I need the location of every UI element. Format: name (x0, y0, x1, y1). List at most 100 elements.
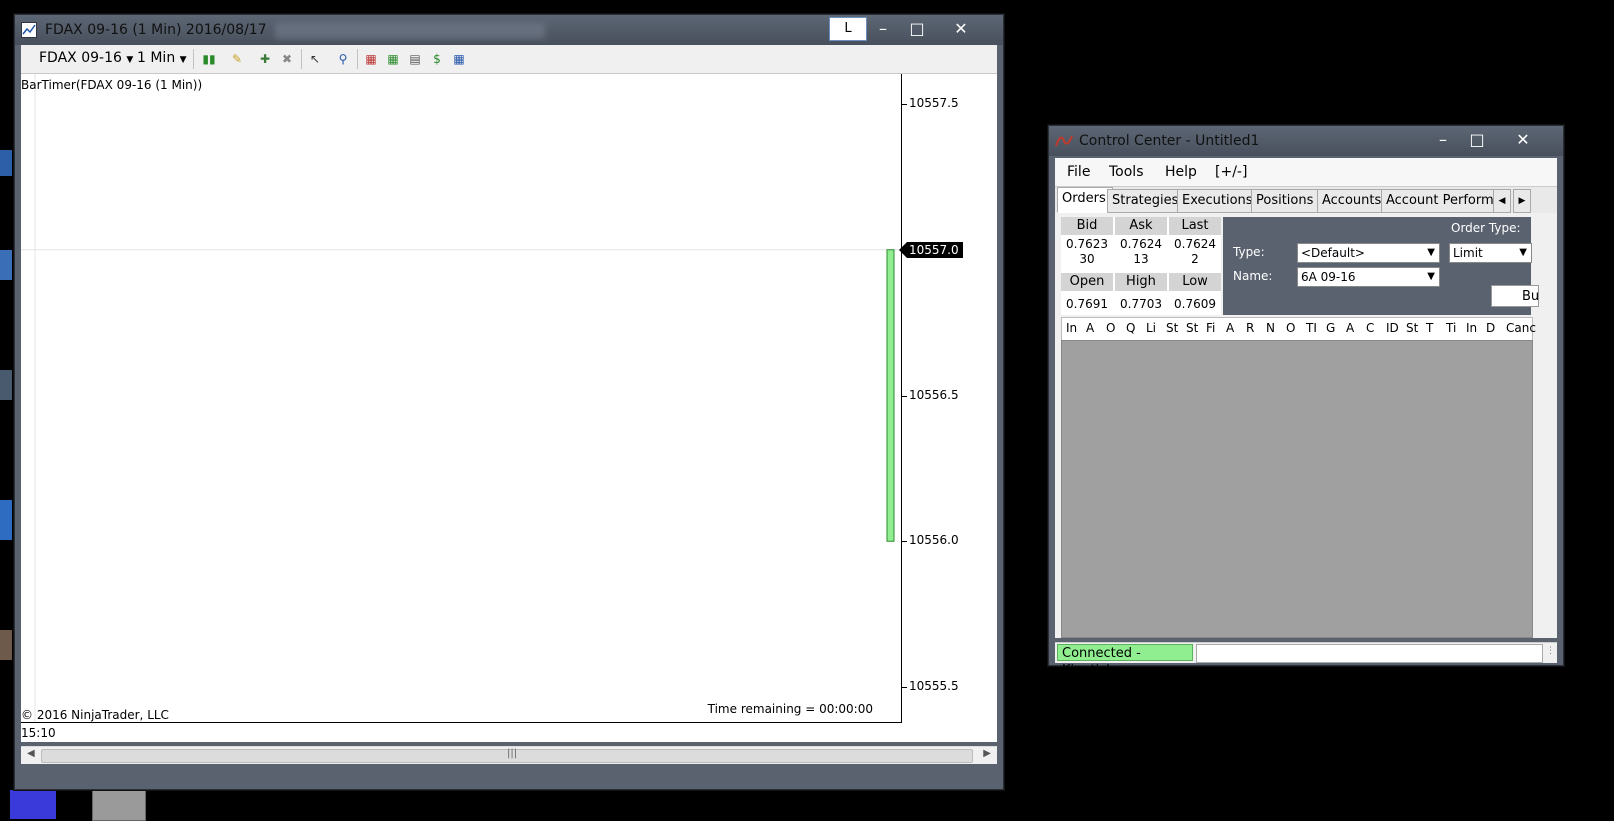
order-type-label: Order Type: (1451, 221, 1521, 235)
tab-scroll-left-icon[interactable]: ◀ (1493, 189, 1511, 213)
tab-executions[interactable]: Executions (1177, 189, 1253, 213)
tab-account-performance[interactable]: Account Performar (1381, 189, 1497, 213)
close-icon[interactable]: ✕ (1507, 129, 1539, 151)
last-header: Last (1169, 217, 1221, 235)
desktop-icon-strip (0, 120, 14, 720)
tab-scroll-right-icon[interactable]: ▶ (1513, 189, 1531, 213)
scroll-right-icon[interactable]: ▶ (983, 748, 991, 759)
column-header[interactable]: St (1166, 321, 1178, 335)
current-price-marker: 10557.0 (899, 241, 963, 258)
chart-plot[interactable]: BarTimer(FDAX 09-16 (1 Min)) © 2016 Ninj… (21, 74, 902, 723)
add-indicator-icon[interactable]: ✚ (257, 51, 273, 67)
maximize-icon[interactable]: □ (1461, 129, 1493, 151)
column-header[interactable]: Li (1146, 321, 1156, 335)
column-header[interactable]: Fi (1206, 321, 1215, 335)
strategies-icon[interactable]: ▤ (407, 51, 423, 67)
bid-price[interactable]: 0.7623 (1061, 237, 1113, 251)
column-header[interactable]: ID (1386, 321, 1399, 335)
chart-area[interactable]: BarTimer(FDAX 09-16 (1 Min)) © 2016 Ninj… (21, 74, 997, 742)
column-header[interactable]: A (1226, 321, 1234, 335)
column-header[interactable]: A (1086, 321, 1094, 335)
instrument-selector[interactable]: FDAX 09-16 ▼ (39, 50, 133, 66)
chart-window: FDAX 09-16 (1 Min) 2016/08/17 L – □ ✕ FD… (14, 14, 1004, 790)
column-header[interactable]: D (1486, 321, 1495, 335)
properties-icon[interactable]: ▦ (363, 51, 379, 67)
dollar-icon[interactable]: $ (429, 51, 445, 67)
menu-toggle[interactable]: [+/-] (1215, 164, 1247, 180)
time-axis-label: 15:10 (21, 726, 56, 740)
open-header: Open (1061, 273, 1113, 291)
column-header[interactable]: TI (1306, 321, 1317, 335)
horizontal-scrollbar[interactable]: ◀ ||| ▶ (21, 746, 997, 764)
chart-titlebar[interactable]: FDAX 09-16 (1 Min) 2016/08/17 L – □ ✕ (15, 15, 1003, 45)
drawing-tool-icon[interactable]: ✎ (229, 51, 245, 67)
cc-titlebar[interactable]: Control Center - Untitled1 – □ ✕ (1049, 126, 1563, 156)
tab-accounts[interactable]: Accounts (1317, 189, 1383, 213)
orders-grid[interactable] (1061, 340, 1533, 638)
order-type-select[interactable]: Limit ▼ (1449, 243, 1532, 263)
column-header[interactable]: G (1326, 321, 1335, 335)
menu-file[interactable]: File (1067, 164, 1090, 180)
instrument-label: FDAX 09-16 (39, 50, 122, 66)
ask-price[interactable]: 0.7624 (1115, 237, 1167, 251)
open-price: 0.7691 (1066, 297, 1108, 311)
column-header[interactable]: C (1366, 321, 1374, 335)
scroll-left-icon[interactable]: ◀ (27, 748, 35, 759)
price-plot (21, 74, 901, 722)
chart-style-icon[interactable]: ▮▮ (201, 51, 217, 67)
price-tick-label: 10556.5 (909, 387, 959, 402)
column-header[interactable]: Q (1126, 321, 1135, 335)
type-select[interactable]: <Default> ▼ (1297, 243, 1440, 263)
taskbar-window-thumbnail[interactable] (92, 790, 146, 821)
price-tick (901, 687, 907, 688)
templates-icon[interactable]: ▦ (451, 51, 467, 67)
price-tick-label: 10556.0 (909, 533, 959, 548)
title-blur (275, 23, 545, 39)
bid-size: 30 (1079, 252, 1095, 266)
column-header[interactable]: R (1246, 321, 1254, 335)
column-header[interactable]: Canc (1506, 321, 1536, 335)
minimize-icon[interactable]: – (867, 18, 899, 40)
type-label: Type: (1233, 245, 1265, 259)
taskbar-app-icon[interactable] (10, 790, 56, 819)
tab-orders[interactable]: Orders (1057, 187, 1113, 213)
column-header[interactable]: St (1186, 321, 1198, 335)
resize-grip-icon[interactable]: ⋮ (1546, 646, 1555, 656)
column-header[interactable]: In (1066, 321, 1077, 335)
menu-help[interactable]: Help (1165, 164, 1197, 180)
ninjatrader-logo-icon (1055, 135, 1073, 147)
column-header[interactable]: O (1106, 321, 1115, 335)
price-bar[interactable] (886, 249, 895, 542)
column-header[interactable]: In (1466, 321, 1477, 335)
data-series-icon[interactable]: ▦ (385, 51, 401, 67)
price-axis[interactable]: 10557.0 10557.5 10556.5 10556.0 10555.5 (899, 74, 981, 722)
minimize-icon[interactable]: – (1427, 129, 1459, 151)
column-header[interactable]: A (1346, 321, 1354, 335)
column-header[interactable]: Ti (1446, 321, 1456, 335)
buy-button[interactable]: Bu (1491, 285, 1539, 307)
column-header[interactable]: St (1406, 321, 1418, 335)
cc-tabbar: Orders Strategies Executions Positions A… (1055, 187, 1557, 213)
maximize-icon[interactable]: □ (901, 18, 933, 40)
tab-strategies[interactable]: Strategies (1107, 189, 1179, 213)
pointer-icon[interactable]: ↖ (307, 51, 323, 67)
menu-tools[interactable]: Tools (1109, 164, 1144, 180)
type-value: <Default> (1301, 246, 1365, 260)
column-header[interactable]: O (1286, 321, 1295, 335)
close-icon[interactable]: ✕ (945, 18, 977, 40)
column-header[interactable]: T (1426, 321, 1433, 335)
lock-button[interactable]: L (829, 17, 867, 41)
column-header[interactable]: N (1266, 321, 1275, 335)
interval-selector[interactable]: 1 Min ▼ (137, 50, 187, 66)
zoom-icon[interactable]: ⚲ (335, 51, 351, 67)
copyright-label: © 2016 NinjaTrader, LLC (21, 708, 169, 722)
remove-indicator-icon[interactable]: ✖ (279, 51, 295, 67)
chart-toolbar: FDAX 09-16 ▼ 1 Min ▼ ▮▮ ✎ ✚ ✖ ↖ ⚲ ▦ ▦ ▤ … (21, 45, 997, 74)
chevron-down-icon: ▼ (1519, 247, 1527, 258)
tab-positions[interactable]: Positions (1251, 189, 1319, 213)
name-select[interactable]: 6A 09-16 ▼ (1297, 267, 1440, 287)
price-tick-label: 10557.5 (909, 96, 959, 110)
scrollbar-thumb[interactable]: ||| (41, 748, 973, 763)
toolbar-separator (301, 49, 302, 69)
price-tick (901, 541, 907, 543)
